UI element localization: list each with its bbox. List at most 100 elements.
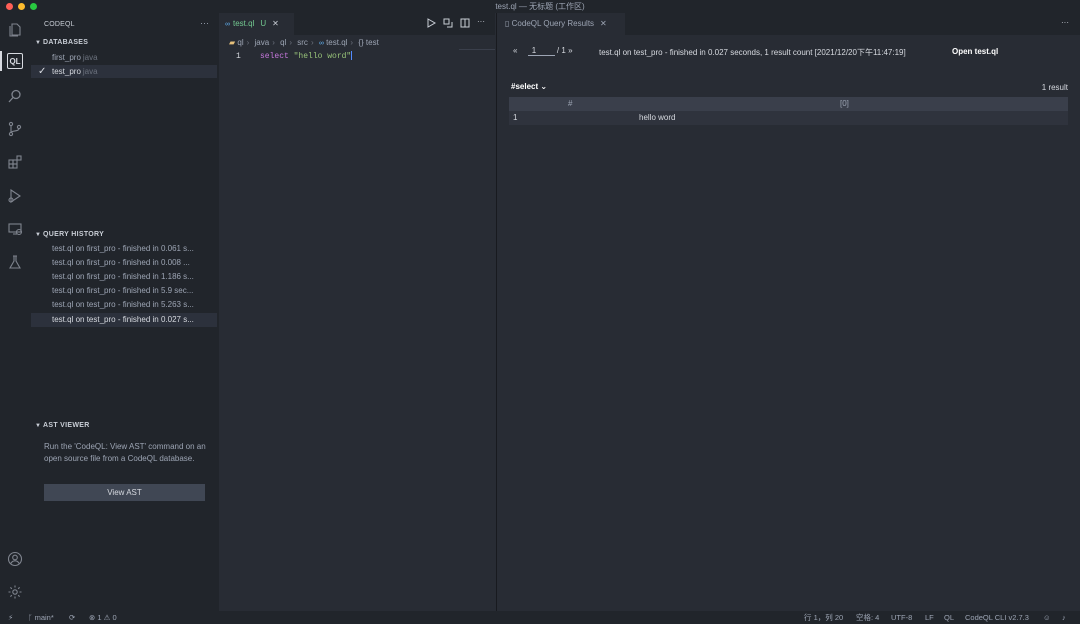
editor-actions: ··· [426, 18, 489, 28]
chevron-down-icon: ▼ [35, 423, 42, 429]
folder-icon: ▰ [229, 38, 236, 47]
page-number-input[interactable]: 1 [527, 46, 555, 56]
feedback-icon[interactable]: ☺ [1043, 611, 1051, 624]
sidebar-title: CODEQL [44, 21, 75, 28]
notifications-icon[interactable]: ♪ [1062, 611, 1066, 624]
cursor-position[interactable]: 行 1，列 20 [804, 611, 843, 624]
breadcrumb-segment[interactable]: ql [280, 38, 286, 47]
results-tab-bar: ▯ CodeQL Query Results ✕ ··· [497, 13, 1080, 35]
checkmark-icon: ✓ [38, 66, 47, 77]
query-history-item[interactable]: test.ql on test_pro - finished in 5.263 … [31, 298, 217, 312]
breadcrumb-segment[interactable]: ql [237, 38, 243, 47]
ast-viewer-section-header[interactable]: ▼ AST VIEWER [35, 422, 90, 429]
column-header-index[interactable]: # [568, 97, 572, 111]
ql-file-icon: ∞ [225, 21, 230, 28]
row-value[interactable]: hello word [639, 111, 675, 125]
result-set-dropdown[interactable]: #select ⌄ [511, 82, 547, 91]
search-icon[interactable] [6, 87, 24, 105]
query-history-section-header[interactable]: ▼ QUERY HISTORY [35, 231, 104, 238]
editor-pane: ∞ test.ql U ✕ ··· ▰ ql › java › ql › src › ∞ te… [219, 13, 495, 611]
table-header-row: # [0] [509, 97, 1068, 111]
settings-gear-icon[interactable] [6, 583, 24, 601]
code-line[interactable]: 1 select "hello word" [219, 51, 495, 63]
codeql-icon[interactable]: QL [7, 53, 23, 69]
codeql-cli-version[interactable]: CodeQL CLI v2.7.3 [965, 611, 1029, 624]
text-cursor [351, 51, 353, 61]
close-tab-icon[interactable]: ✕ [600, 19, 607, 28]
untracked-badge: U [260, 19, 267, 28]
code-string: "hello word" [293, 52, 352, 61]
activity-bar: QL [0, 13, 31, 611]
query-history-item[interactable]: test.ql on first_pro - finished in 0.008… [31, 256, 217, 270]
file-icon: ▯ [505, 19, 510, 28]
results-table: # [0] 1 hello word [509, 97, 1068, 125]
title-bar: test.ql — 无标题 (工作区) [0, 0, 1080, 13]
more-actions-icon[interactable]: ··· [1061, 18, 1069, 27]
extensions-icon[interactable] [6, 153, 24, 171]
split-editor-icon[interactable] [460, 18, 470, 28]
branch-icon: ᚴ [28, 613, 33, 622]
account-icon[interactable] [6, 550, 24, 568]
status-bar: ⚡ ᚴ main* ⟳ ⊗ 1 ⚠ 0 行 1，列 20 空格: 4 UTF-8… [0, 611, 1080, 624]
databases-section-header[interactable]: ▼ DATABASES [35, 39, 88, 46]
minimize-window-button[interactable] [18, 3, 25, 10]
breadcrumb-segment[interactable]: src [297, 38, 308, 47]
branch-indicator[interactable]: ᚴ main* [28, 611, 54, 624]
warning-icon: ⚠ [103, 613, 111, 622]
prev-page-button[interactable]: « [513, 46, 517, 55]
query-results-panel: ▯ CodeQL Query Results ✕ ··· « 1 / 1 » te… [496, 13, 1080, 611]
database-item[interactable]: first_pro java [31, 51, 217, 64]
chevron-down-icon: ▼ [35, 232, 42, 238]
query-history-item[interactable]: test.ql on first_pro - finished in 1.186… [31, 270, 217, 284]
query-history-item[interactable]: test.ql on first_pro - finished in 5.9 s… [31, 284, 217, 298]
column-header-value[interactable]: [0] [840, 97, 849, 111]
breadcrumb: ▰ ql › java › ql › src › ∞ test.ql › {} test [229, 38, 379, 47]
ast-viewer-instructions: Run the 'CodeQL: View AST' command on an… [44, 442, 206, 463]
ql-file-icon: ∞ [318, 40, 324, 47]
more-actions-icon[interactable]: ··· [477, 18, 489, 28]
close-window-button[interactable] [6, 3, 13, 10]
database-item-selected[interactable]: ✓ test_pro java [31, 65, 217, 78]
encoding[interactable]: UTF-8 [891, 611, 912, 624]
files-icon[interactable] [6, 21, 24, 39]
open-changes-icon[interactable] [443, 18, 453, 28]
active-indicator [0, 51, 2, 71]
testing-icon[interactable] [6, 253, 24, 271]
source-control-icon[interactable] [6, 120, 24, 138]
run-debug-icon[interactable] [6, 187, 24, 205]
code-keyword: select [260, 52, 289, 61]
run-query-icon[interactable] [426, 18, 437, 28]
end-of-line[interactable]: LF [925, 611, 934, 624]
sidebar-more-actions[interactable]: ··· [200, 18, 209, 28]
window-title: test.ql — 无标题 (工作区) [495, 2, 585, 11]
row-index: 1 [513, 113, 518, 122]
open-query-file-link[interactable]: Open test.ql [952, 47, 998, 56]
results-status: test.ql on test_pro - finished in 0.027 … [599, 48, 906, 57]
table-row[interactable]: 1 hello word [509, 111, 1068, 125]
editor-tab-bar: ∞ test.ql U ✕ ··· [219, 13, 495, 35]
query-history-item[interactable]: test.ql on first_pro - finished in 0.061… [31, 242, 217, 256]
page-total: / 1 [556, 46, 566, 55]
problems-indicator[interactable]: ⊗ 1 ⚠ 0 [89, 611, 117, 624]
error-icon: ⊗ [89, 613, 96, 622]
minimap-indicator [459, 49, 495, 50]
query-history-item-selected[interactable]: test.ql on test_pro - finished in 0.027 … [31, 313, 217, 327]
close-tab-icon[interactable]: ✕ [272, 19, 279, 28]
tab-codeql-query-results[interactable]: ▯ CodeQL Query Results ✕ [497, 13, 625, 35]
breadcrumb-segment[interactable]: java [255, 38, 270, 47]
remote-explorer-icon[interactable] [6, 220, 24, 238]
next-page-button[interactable]: » [568, 46, 572, 55]
breadcrumb-segment[interactable]: test.ql [326, 38, 347, 47]
view-ast-button[interactable]: View AST [44, 484, 205, 501]
indentation[interactable]: 空格: 4 [856, 611, 879, 624]
breadcrumb-symbol[interactable]: {} test [358, 38, 378, 47]
language-mode[interactable]: QL [944, 611, 954, 624]
maximize-window-button[interactable] [30, 3, 37, 10]
sync-icon[interactable]: ⟳ [69, 611, 75, 624]
remote-icon[interactable]: ⚡ [8, 611, 13, 624]
chevron-down-icon: ▼ [35, 40, 42, 46]
results-pager: « 1 / 1 » [513, 46, 573, 56]
line-number: 1 [236, 52, 241, 61]
tab-test-ql[interactable]: ∞ test.ql U ✕ [219, 13, 294, 35]
result-count: 1 result [1041, 83, 1068, 92]
